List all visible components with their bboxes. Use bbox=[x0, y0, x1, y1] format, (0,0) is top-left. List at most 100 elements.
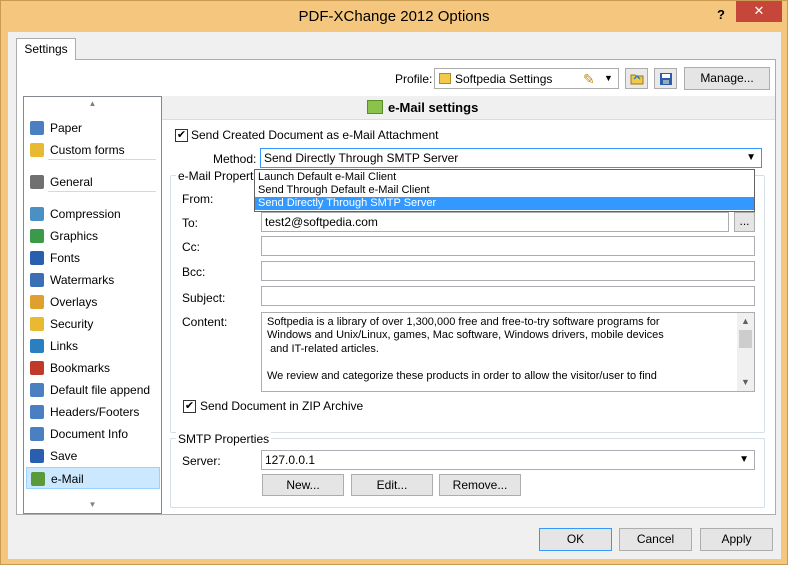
zip-archive-checkbox[interactable]: ✔ bbox=[183, 400, 196, 413]
browse-recipients-button[interactable]: ... bbox=[734, 212, 755, 232]
sidebar-item-bookmarks[interactable]: Bookmarks bbox=[26, 357, 160, 379]
content-text: Softpedia is a library of over 1,300,000… bbox=[267, 316, 664, 382]
bcc-field[interactable] bbox=[261, 261, 755, 281]
headers-footers-icon bbox=[30, 405, 44, 419]
method-select[interactable]: Send Directly Through SMTP Server ▼ bbox=[260, 148, 762, 168]
paper-icon bbox=[30, 121, 44, 135]
compression-icon bbox=[30, 207, 44, 221]
smtp-properties-group bbox=[170, 438, 765, 508]
manage-button[interactable]: Manage... bbox=[684, 67, 770, 90]
to-field[interactable]: test2@softpedia.com bbox=[261, 212, 729, 232]
fonts-icon bbox=[30, 251, 44, 265]
method-dropdown-list: Launch Default e-Mail Client Send Throug… bbox=[254, 169, 755, 212]
load-profile-button[interactable] bbox=[625, 68, 648, 89]
floppy-icon bbox=[660, 73, 672, 85]
from-label: From: bbox=[182, 192, 214, 206]
watermarks-icon bbox=[30, 273, 44, 287]
content-textarea[interactable]: Softpedia is a library of over 1,300,000… bbox=[261, 312, 755, 392]
panel-header: e-Mail settings bbox=[162, 96, 775, 120]
sidebar-item-label: Save bbox=[50, 449, 78, 463]
sidebar-item-e-mail[interactable]: e-Mail bbox=[26, 467, 160, 489]
bcc-label: Bcc: bbox=[182, 265, 206, 279]
method-option[interactable]: Launch Default e-Mail Client bbox=[255, 171, 754, 184]
chevron-down-icon[interactable]: ▼ bbox=[604, 73, 613, 83]
scroll-up-icon[interactable]: ▲ bbox=[24, 99, 161, 108]
title-bar[interactable]: PDF-XChange 2012 Options ? ✕ bbox=[1, 1, 787, 32]
new-server-button[interactable]: New... bbox=[262, 474, 344, 496]
sidebar-item-graphics[interactable]: Graphics bbox=[26, 225, 160, 247]
zip-archive-label: Send Document in ZIP Archive bbox=[200, 399, 364, 413]
sidebar-item-label: Paper bbox=[50, 121, 83, 135]
cancel-button[interactable]: Cancel bbox=[619, 528, 692, 551]
scroll-thumb[interactable] bbox=[739, 330, 752, 348]
sidebar-item-label: Document Info bbox=[50, 427, 129, 441]
options-window: PDF-XChange 2012 Options ? ✕ Settings Pr… bbox=[0, 0, 788, 565]
sidebar-item-headers-footers[interactable]: Headers/Footers bbox=[26, 401, 160, 423]
close-button[interactable]: ✕ bbox=[736, 1, 782, 22]
sidebar-item-label: Watermarks bbox=[50, 273, 115, 287]
scroll-down-icon[interactable]: ▼ bbox=[24, 500, 161, 509]
scroll-down-icon[interactable]: ▼ bbox=[737, 374, 754, 391]
profile-icon bbox=[439, 73, 451, 84]
server-select[interactable]: 127.0.0.1 ▼ bbox=[261, 450, 755, 470]
sidebar-item-overlays[interactable]: Overlays bbox=[26, 291, 160, 313]
cc-label: Cc: bbox=[182, 240, 200, 254]
send-attachment-label: Send Created Document as e-Mail Attachme… bbox=[191, 128, 439, 142]
method-option-selected[interactable]: Send Directly Through SMTP Server bbox=[255, 197, 754, 210]
cc-field[interactable] bbox=[261, 236, 755, 256]
sidebar-item-compression[interactable]: Compression bbox=[26, 203, 160, 225]
method-option[interactable]: Send Through Default e-Mail Client bbox=[255, 184, 754, 197]
save-icon bbox=[30, 449, 44, 463]
sidebar-item-document-info[interactable]: Document Info bbox=[26, 423, 160, 445]
smtp-properties-title: SMTP Properties bbox=[176, 432, 272, 446]
method-value: Send Directly Through SMTP Server bbox=[264, 151, 459, 165]
profile-select[interactable]: Softpedia Settings ✎ ▼ bbox=[434, 68, 619, 89]
chevron-down-icon[interactable]: ▼ bbox=[746, 152, 756, 163]
email-icon bbox=[367, 100, 383, 114]
help-button[interactable]: ? bbox=[710, 5, 732, 25]
bookmarks-icon bbox=[30, 361, 44, 375]
edit-server-button[interactable]: Edit... bbox=[351, 474, 433, 496]
email-settings-panel: e-Mail settings ✔ Send Created Document … bbox=[162, 96, 775, 514]
gear-icon bbox=[30, 175, 44, 189]
send-attachment-checkbox[interactable]: ✔ bbox=[175, 129, 188, 142]
links-icon bbox=[30, 339, 44, 353]
sidebar-item-label: Default file append bbox=[50, 383, 151, 397]
window-title: PDF-XChange 2012 Options bbox=[298, 8, 490, 25]
ok-button[interactable]: OK bbox=[539, 528, 612, 551]
email-icon bbox=[31, 472, 45, 486]
profile-value: Softpedia Settings bbox=[455, 72, 553, 86]
server-label: Server: bbox=[182, 454, 221, 468]
sidebar-item-save[interactable]: Save bbox=[26, 445, 160, 467]
document-info-icon bbox=[30, 427, 44, 441]
sidebar-item-general[interactable]: General bbox=[26, 171, 160, 193]
save-profile-button[interactable] bbox=[654, 68, 677, 89]
sidebar-item-links[interactable]: Links bbox=[26, 335, 160, 357]
sidebar-item-security[interactable]: Security bbox=[26, 313, 160, 335]
sidebar-item-fonts[interactable]: Fonts bbox=[26, 247, 160, 269]
to-label: To: bbox=[182, 216, 199, 230]
pencil-icon[interactable]: ✎ bbox=[583, 71, 595, 88]
scroll-up-icon[interactable]: ▲ bbox=[737, 313, 754, 330]
sidebar-item-paper[interactable]: Paper bbox=[26, 117, 160, 139]
remove-server-button[interactable]: Remove... bbox=[439, 474, 521, 496]
shield-icon bbox=[30, 317, 44, 331]
sidebar-item-default-file-append[interactable]: Default file append bbox=[26, 379, 160, 401]
sidebar-item-label: e-Mail bbox=[51, 472, 84, 486]
panel-title: e-Mail settings bbox=[388, 100, 479, 115]
sidebar-item-label: Graphics bbox=[50, 229, 99, 243]
apply-button[interactable]: Apply bbox=[700, 528, 773, 551]
settings-sidebar: ▲ ▼ Paper Custom forms General Compression G… bbox=[23, 96, 162, 514]
tab-settings[interactable]: Settings bbox=[16, 38, 76, 60]
chevron-down-icon[interactable]: ▼ bbox=[739, 454, 749, 465]
sidebar-item-custom-forms[interactable]: Custom forms bbox=[26, 139, 160, 161]
settings-tab-page: Profile: Softpedia Settings ✎ ▼ Manage..… bbox=[16, 59, 776, 515]
content-scrollbar[interactable]: ▲ ▼ bbox=[737, 313, 754, 391]
sidebar-item-watermarks[interactable]: Watermarks bbox=[26, 269, 160, 291]
sidebar-item-label: Security bbox=[50, 317, 94, 331]
folder-open-icon bbox=[630, 74, 644, 85]
sidebar-item-label: Fonts bbox=[50, 251, 81, 265]
sidebar-item-label: Links bbox=[50, 339, 79, 353]
server-value: 127.0.0.1 bbox=[265, 453, 316, 467]
subject-field[interactable] bbox=[261, 286, 755, 306]
